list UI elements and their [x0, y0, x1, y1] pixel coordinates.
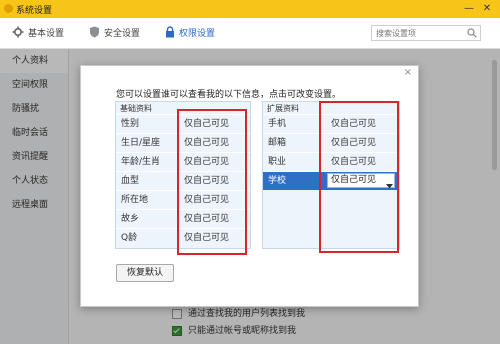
field-label: 手机: [268, 119, 287, 129]
field-label: 学校: [268, 176, 287, 186]
window-title: 系统设置: [16, 6, 53, 16]
field-label: 性别: [121, 119, 140, 129]
shield-icon: [89, 26, 100, 41]
restore-defaults-button[interactable]: 恢复默认: [116, 264, 174, 282]
field-label: 职业: [268, 157, 287, 167]
gear-icon: [12, 26, 24, 41]
privacy-dialog: × 您可以设置谁可以查看我的以下信息，点击可改变设置。 基础资料 性别 仅自己可见…: [80, 65, 419, 307]
tab-label: 基本设置: [28, 29, 65, 39]
app-icon: [4, 4, 13, 13]
field-label: 邮箱: [268, 138, 287, 148]
field-label: Q龄: [121, 233, 138, 243]
lock-icon: [165, 26, 175, 41]
tab-security-settings[interactable]: 安全设置: [89, 26, 140, 40]
dialog-instruction: 您可以设置谁可以查看我的以下信息，点击可改变设置。: [116, 90, 342, 100]
field-label: 故乡: [121, 214, 140, 224]
search-icon[interactable]: [467, 28, 477, 41]
minimize-button[interactable]: —: [462, 2, 476, 15]
search-box[interactable]: [371, 25, 481, 41]
settings-toolbar: 基本设置 安全设置 权限设置: [0, 18, 500, 49]
tab-permission-settings[interactable]: 权限设置: [165, 26, 215, 40]
tab-label: 权限设置: [179, 29, 216, 39]
field-label: 生日/星座: [121, 138, 161, 148]
close-window-button[interactable]: ✕: [480, 2, 494, 15]
field-label: 血型: [121, 176, 140, 186]
tab-basic-settings[interactable]: 基本设置: [12, 26, 64, 40]
extended-info-header: 扩展资料: [267, 104, 299, 113]
title-bar: 系统设置 — ✕: [0, 0, 500, 18]
basic-info-header: 基础资料: [120, 104, 152, 113]
tab-label: 安全设置: [104, 29, 141, 39]
highlight-box-basic: [177, 109, 247, 255]
search-input[interactable]: [372, 26, 466, 40]
field-label: 年龄/生肖: [121, 157, 161, 167]
highlight-box-extended: [319, 101, 399, 253]
dialog-close-button[interactable]: ×: [404, 67, 412, 78]
field-label: 所在地: [121, 195, 149, 205]
